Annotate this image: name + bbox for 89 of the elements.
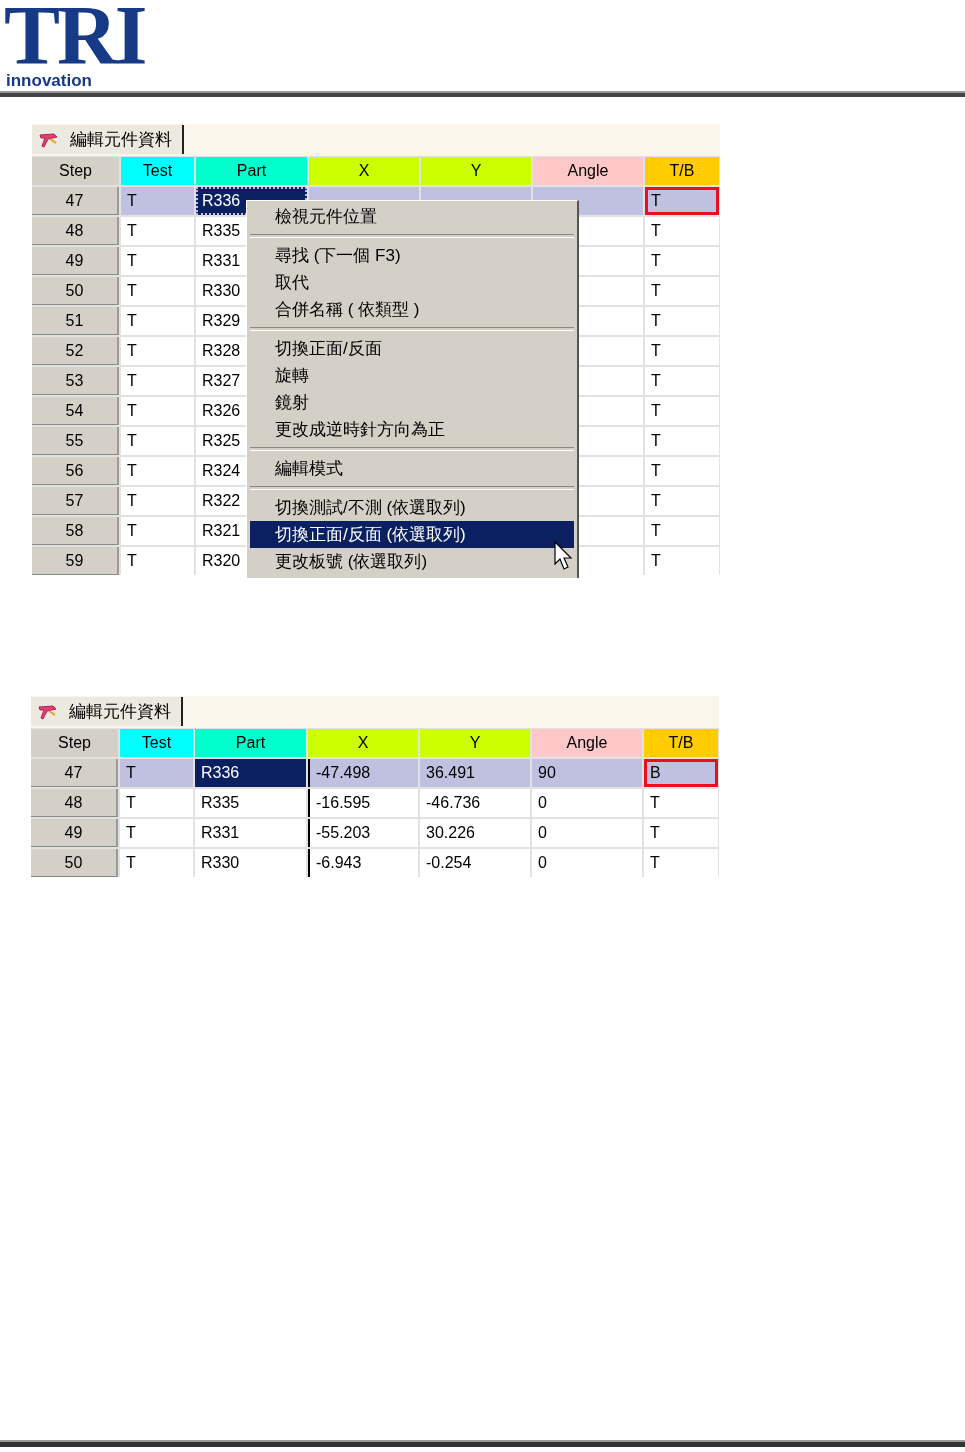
table-cell: B <box>644 759 718 787</box>
row-header[interactable]: 48 <box>32 217 119 245</box>
table-cell: R331 <box>195 819 306 847</box>
menu-item[interactable]: 切換正面/反面 (依選取列) <box>250 521 574 548</box>
table-cell: T <box>121 547 194 575</box>
table-cell: T <box>645 187 719 215</box>
column-header[interactable]: Part <box>196 157 307 185</box>
table-cell: T <box>121 277 194 305</box>
column-header[interactable]: Angle <box>532 729 642 757</box>
table-cell: -47.498 <box>308 759 418 787</box>
pointer-icon <box>554 541 574 571</box>
panel-tab[interactable]: 編輯元件資料 <box>32 125 184 154</box>
row-header[interactable]: 51 <box>32 307 119 335</box>
table-cell: T <box>121 457 194 485</box>
table-cell: 36.491 <box>420 759 530 787</box>
row-header[interactable]: 50 <box>32 277 119 305</box>
table-cell: T <box>121 247 194 275</box>
row-header[interactable]: 55 <box>32 427 119 455</box>
table-cell: T <box>120 759 193 787</box>
column-header[interactable]: Step <box>31 729 118 757</box>
table-cell: T <box>645 337 719 365</box>
column-header[interactable]: Angle <box>533 157 643 185</box>
row-header[interactable]: 49 <box>31 819 118 847</box>
row-header[interactable]: 52 <box>32 337 119 365</box>
table-cell: -46.736 <box>420 789 530 817</box>
table-cell: -6.943 <box>308 849 418 877</box>
column-header[interactable]: Y <box>421 157 531 185</box>
table-cell: T <box>121 427 194 455</box>
table-cell: 90 <box>532 759 642 787</box>
table-cell: T <box>645 397 719 425</box>
pen-icon <box>38 130 60 149</box>
row-header[interactable]: 53 <box>32 367 119 395</box>
row-header[interactable]: 58 <box>32 517 119 545</box>
table-cell: -16.595 <box>308 789 418 817</box>
table-cell: T <box>121 517 194 545</box>
column-header[interactable]: X <box>308 729 418 757</box>
column-header[interactable]: T/B <box>644 729 718 757</box>
table-cell: -55.203 <box>308 819 418 847</box>
row-header[interactable]: 57 <box>32 487 119 515</box>
column-header[interactable]: Test <box>120 729 193 757</box>
row-header[interactable]: 50 <box>31 849 118 877</box>
row-header[interactable]: 49 <box>32 247 119 275</box>
table-cell: 0 <box>532 789 642 817</box>
table-cell: T <box>645 367 719 395</box>
panel-tab[interactable]: 編輯元件資料 <box>31 697 183 726</box>
table-cell: T <box>645 277 719 305</box>
table-cell: T <box>645 457 719 485</box>
table-cell: T <box>645 517 719 545</box>
table-cell: 30.226 <box>420 819 530 847</box>
table-cell: T <box>645 547 719 575</box>
table-cell: -0.254 <box>420 849 530 877</box>
logo-tagline: innovation <box>5 72 92 90</box>
table-cell: T <box>120 849 193 877</box>
table-cell: 0 <box>532 849 642 877</box>
column-header[interactable]: Y <box>420 729 530 757</box>
row-header[interactable]: 54 <box>32 397 119 425</box>
table-cell: T <box>121 337 194 365</box>
column-header[interactable]: Part <box>195 729 306 757</box>
table-cell: T <box>645 307 719 335</box>
column-header[interactable]: T/B <box>645 157 719 185</box>
table-cell: T <box>121 307 194 335</box>
table-cell: T <box>644 819 718 847</box>
table-cell: T <box>645 487 719 515</box>
table-cell: T <box>644 849 718 877</box>
table-cell: T <box>645 247 719 275</box>
table-cell: T <box>120 819 193 847</box>
row-header[interactable]: 56 <box>32 457 119 485</box>
table-cell: 0 <box>532 819 642 847</box>
table-cell: R336 <box>195 759 306 787</box>
row-header[interactable]: 47 <box>31 759 118 787</box>
pen-icon <box>37 702 59 721</box>
column-header[interactable]: Step <box>32 157 119 185</box>
table-cell: T <box>121 487 194 515</box>
table-cell: T <box>645 217 719 245</box>
table-cell: T <box>121 187 194 215</box>
row-header[interactable]: 47 <box>32 187 119 215</box>
table-cell: R335 <box>195 789 306 817</box>
table-cell: T <box>120 789 193 817</box>
table-cell: T <box>121 397 194 425</box>
table-cell: T <box>645 427 719 455</box>
table-cell: R330 <box>195 849 306 877</box>
table-cell: T <box>121 367 194 395</box>
logo-mark: TRI <box>4 2 145 72</box>
column-header[interactable]: Test <box>121 157 194 185</box>
row-header[interactable]: 48 <box>31 789 118 817</box>
table-cell: T <box>644 789 718 817</box>
table-cell: T <box>121 217 194 245</box>
column-header[interactable]: X <box>309 157 419 185</box>
row-header[interactable]: 59 <box>32 547 119 575</box>
